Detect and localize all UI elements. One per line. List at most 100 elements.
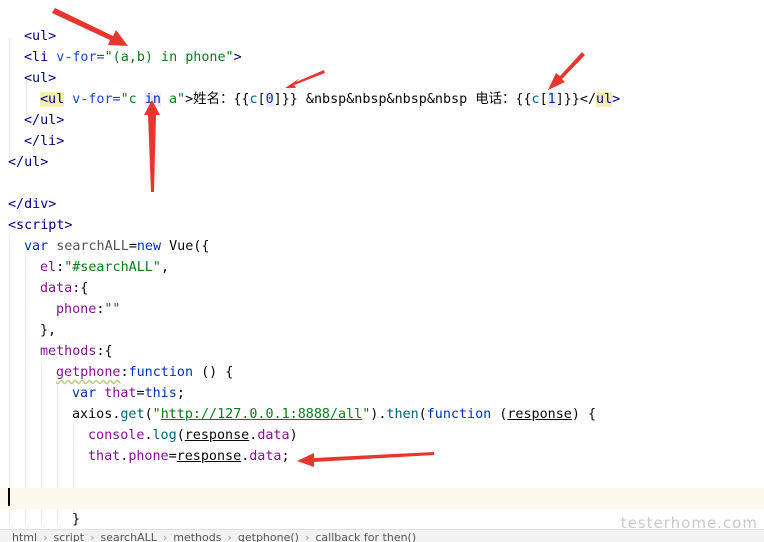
breadcrumb-item-methods[interactable]: methods xyxy=(173,531,221,542)
code-editor[interactable]: <ul> <li v-for="(a,b) in phone"> <ul> <u… xyxy=(0,0,764,530)
template-text-name: >姓名：{{ xyxy=(185,92,250,107)
prop-phone: phone xyxy=(56,302,97,317)
keyword-function: function xyxy=(426,407,500,422)
comma: , xyxy=(160,260,169,275)
code-line-13[interactable]: phone:"" xyxy=(56,299,121,320)
string-empty: "" xyxy=(104,302,121,317)
brace: :{ xyxy=(96,344,113,359)
code-line-17[interactable]: var that=this; xyxy=(72,383,185,404)
brace-close: } xyxy=(72,512,81,527)
code-line-6[interactable]: </li> xyxy=(24,131,64,152)
code-line-1[interactable]: <ul> xyxy=(24,26,56,47)
index-0: 0 xyxy=(265,92,274,107)
code-line-5[interactable]: </ul> xyxy=(24,110,64,131)
bracket: [ xyxy=(257,92,266,107)
chevron-right-icon: › xyxy=(43,531,48,542)
code-line-12[interactable]: data:{ xyxy=(40,278,88,299)
prop-data: data xyxy=(257,428,290,443)
method-then: then xyxy=(386,407,419,422)
current-line[interactable] xyxy=(0,488,764,509)
keyword-in: in xyxy=(144,92,161,107)
attr-v-for: v-for= xyxy=(48,50,105,65)
colon: : xyxy=(120,365,129,380)
semicolon: ; xyxy=(281,449,290,464)
breadcrumb-item-getphone[interactable]: getphone() xyxy=(238,531,299,542)
code-line-3[interactable]: <ul> xyxy=(24,68,56,89)
v-for-value-part: "c xyxy=(120,92,145,107)
operator: = xyxy=(136,386,145,401)
tag-close-bracket: > xyxy=(233,50,242,65)
tag-close-bracket: > xyxy=(612,92,621,107)
indent-guide xyxy=(25,256,26,526)
tag-li-close: </li> xyxy=(24,134,65,149)
paren: ( xyxy=(144,407,153,422)
attr-v-for: v-for= xyxy=(64,92,121,107)
tag-ul-open: <ul> xyxy=(24,29,57,44)
code-line-22[interactable]: } xyxy=(72,509,80,530)
prop-methods: methods xyxy=(40,344,97,359)
indent-guide xyxy=(9,236,10,526)
index-1: 1 xyxy=(547,92,556,107)
breadcrumb-item-searchALL[interactable]: searchALL xyxy=(101,531,157,542)
tag-ul-close: </ul> xyxy=(8,155,49,170)
code-line-18[interactable]: axios.get("http://127.0.0.1:8888/all").t… xyxy=(72,404,596,425)
prop-data: data xyxy=(40,281,73,296)
tag-div-close: </div> xyxy=(8,197,57,212)
tag-script-open: <script> xyxy=(8,218,73,233)
keyword-new: new xyxy=(136,239,170,254)
code-line-16[interactable]: getphone:function () { xyxy=(56,362,233,383)
prop-phone: phone xyxy=(128,449,169,464)
keyword-var: var xyxy=(72,386,105,401)
code-line-8[interactable]: </div> xyxy=(8,194,56,215)
obj-axios: axios xyxy=(72,407,113,422)
v-for-value: "(a,b) in phone" xyxy=(104,50,234,65)
keyword-function: function xyxy=(128,365,202,380)
brace: :{ xyxy=(72,281,89,296)
code-line-10[interactable]: var searchALL=new Vue({ xyxy=(24,236,209,257)
dot: . xyxy=(144,428,153,443)
string-selector: "#searchALL" xyxy=(64,260,161,275)
class-vue: Vue({ xyxy=(169,239,210,254)
code-line-19[interactable]: console.log(response.data) xyxy=(88,425,298,446)
code-line-7[interactable]: </ul> xyxy=(8,152,48,173)
code-line-9[interactable]: <script> xyxy=(8,215,73,236)
brace-close: }, xyxy=(40,323,57,338)
paren: ( xyxy=(418,407,427,422)
breadcrumb-item-callback[interactable]: callback for then() xyxy=(315,531,416,542)
quote: " xyxy=(152,407,161,422)
tag-ul-close: </ul> xyxy=(24,113,65,128)
template-text-phone: ]}} &nbsp&nbsp&nbsp&nbsp 电话：{{ xyxy=(273,92,532,107)
tag-li-open: <li xyxy=(24,50,49,65)
chevron-right-icon: › xyxy=(304,531,310,542)
paren-dot: ). xyxy=(370,407,387,422)
var-that: that xyxy=(104,386,137,401)
breadcrumb-item-script[interactable]: script xyxy=(53,531,84,542)
operator: = xyxy=(128,239,137,254)
breadcrumb-statusbar: html › script › searchALL › methods › getphone()… xyxy=(0,529,764,542)
v-for-value-part: a" xyxy=(160,92,186,107)
tag-ul-open: <ul> xyxy=(24,71,57,86)
prop-data: data xyxy=(249,449,282,464)
chevron-right-icon: › xyxy=(227,531,232,542)
param-response: response xyxy=(507,407,572,422)
var-response: response xyxy=(176,449,242,464)
url-link[interactable]: http://127.0.0.1:8888/all xyxy=(161,407,363,422)
code-line-15[interactable]: methods:{ xyxy=(40,341,113,362)
tag-ul-close-highlighted: ul xyxy=(596,92,613,107)
code-line-2[interactable]: <li v-for="(a,b) in phone"> xyxy=(24,47,242,68)
breadcrumb-item-html[interactable]: html xyxy=(12,531,37,542)
method-getphone: getphone xyxy=(56,365,121,380)
bracket: [ xyxy=(539,92,548,107)
keyword-this: this xyxy=(144,386,177,401)
code-line-11[interactable]: el:"#searchALL", xyxy=(40,257,169,278)
var-response: response xyxy=(184,428,250,443)
var-c: c xyxy=(531,92,540,107)
code-line-20[interactable]: that.phone=response.data; xyxy=(88,446,290,467)
code-line-4[interactable]: <ul v-for="c in a">姓名：{{c[0]}} &nbsp&nbs… xyxy=(40,89,620,110)
text-caret xyxy=(8,488,10,506)
code-line-14[interactable]: }, xyxy=(40,320,56,341)
method-log: log xyxy=(152,428,177,443)
paren: ( xyxy=(176,428,185,443)
operator: = xyxy=(168,449,177,464)
method-get: get xyxy=(120,407,145,422)
